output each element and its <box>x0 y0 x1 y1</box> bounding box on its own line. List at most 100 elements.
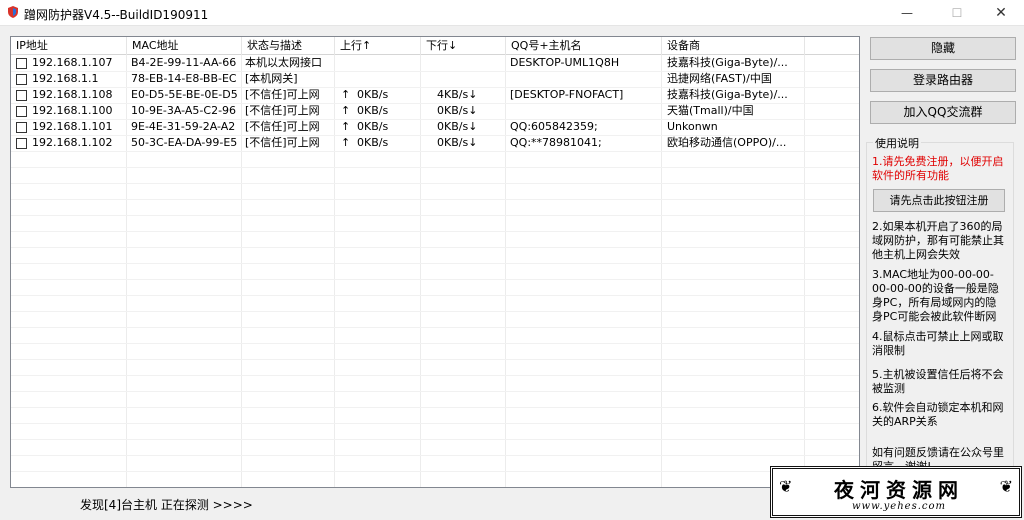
cell-up-arrow: ↑ <box>341 120 351 133</box>
cell-vendor: 技嘉科技(Giga-Byte)/... <box>667 88 788 101</box>
column-header-mac[interactable]: MAC地址 <box>127 37 242 55</box>
row-divider <box>11 327 859 328</box>
row-divider <box>11 295 859 296</box>
note-arp-lock: 6.软件会自动锁定本机和网关的ARP关系 <box>872 401 1004 428</box>
row-checkbox[interactable] <box>16 90 27 101</box>
row-divider <box>11 215 859 216</box>
row-divider <box>11 279 859 280</box>
row-divider <box>11 199 859 200</box>
row-checkbox[interactable] <box>16 74 27 85</box>
cell-mac: 10-9E-3A-A5-C2-96 <box>131 104 237 117</box>
cell-status: [不信任]可上网 <box>245 136 320 149</box>
cell-download: 4KB/s↓ <box>437 88 478 101</box>
cell-host: [DESKTOP-FNOFACT] <box>510 88 624 101</box>
status-text: 发现[4]台主机 正在探测 >>>> <box>80 498 253 512</box>
table-row[interactable]: 192.168.1.108 E0-D5-5E-BE-0E-D5 [不信任]可上网… <box>11 87 859 103</box>
row-divider <box>11 439 859 440</box>
cell-mac: 9E-4E-31-59-2A-A2 <box>131 120 236 133</box>
title-bar: 蹭网防护器V4.5--BuildID190911 — ☐ ✕ <box>0 0 1024 26</box>
row-checkbox[interactable] <box>16 138 27 149</box>
row-checkbox[interactable] <box>16 58 27 69</box>
cell-vendor: Unkonwn <box>667 120 718 133</box>
column-header-download[interactable]: 下行↓ <box>421 37 506 55</box>
cell-upload: 0KB/s <box>357 136 389 149</box>
cell-vendor: 欧珀移动通信(OPPO)/... <box>667 136 787 149</box>
row-divider <box>11 343 859 344</box>
row-divider <box>11 455 859 456</box>
row-checkbox[interactable] <box>16 122 27 133</box>
cell-ip: 192.168.1.100 <box>32 104 113 117</box>
table-header: IP地址 MAC地址 状态与描述 上行↑ 下行↓ QQ号+主机名 设备商 <box>11 37 859 55</box>
row-divider <box>11 247 859 248</box>
login-router-button[interactable]: 登录路由器 <box>870 69 1016 92</box>
maximize-button[interactable]: ☐ <box>934 0 980 26</box>
usage-instructions-title: 使用说明 <box>873 135 921 151</box>
row-checkbox[interactable] <box>16 106 27 117</box>
row-divider <box>11 263 859 264</box>
note-hidden-pc: 3.MAC地址为00-00-00-00-00-00的设备一般是隐身PC，所有局域… <box>872 268 999 323</box>
row-divider <box>11 311 859 312</box>
table-row[interactable]: 192.168.1.100 10-9E-3A-A5-C2-96 [不信任]可上网… <box>11 103 859 119</box>
cell-mac: E0-D5-5E-BE-0E-D5 <box>131 88 238 101</box>
column-header-ip[interactable]: IP地址 <box>11 37 127 55</box>
row-divider <box>11 471 859 472</box>
cell-host: QQ:**78981041; <box>510 136 602 149</box>
column-header-host[interactable]: QQ号+主机名 <box>506 37 662 55</box>
row-divider <box>11 375 859 376</box>
cell-vendor: 迅捷网络(FAST)/中国 <box>667 72 772 85</box>
row-divider <box>11 183 859 184</box>
cell-up-arrow: ↑ <box>341 88 351 101</box>
table-row[interactable]: 192.168.1.101 9E-4E-31-59-2A-A2 [不信任]可上网… <box>11 119 859 135</box>
note-trusted: 5.主机被设置信任后将不会被监测 <box>872 368 1004 395</box>
close-button[interactable]: ✕ <box>978 0 1024 26</box>
host-list-table[interactable]: IP地址 MAC地址 状态与描述 上行↑ 下行↓ QQ号+主机名 设备商 192… <box>10 36 860 488</box>
note-360-protection: 2.如果本机开启了360的局域网防护，那有可能禁止其他主机上网会失效 <box>872 220 1004 261</box>
minimize-button[interactable]: — <box>884 0 930 26</box>
row-divider <box>11 407 859 408</box>
column-header-vendor[interactable]: 设备商 <box>662 37 805 55</box>
cell-status: 本机以太网接口 <box>245 56 322 69</box>
cell-host: DESKTOP-UML1Q8H <box>510 56 620 69</box>
table-row[interactable]: 192.168.1.1 78-EB-14-E8-BB-EC [本机网关] 迅捷网… <box>11 71 859 87</box>
row-divider <box>11 103 859 104</box>
cell-ip: 192.168.1.107 <box>32 56 113 69</box>
hide-button[interactable]: 隐藏 <box>870 37 1016 60</box>
cell-status: [本机网关] <box>245 72 298 85</box>
cell-download: 0KB/s↓ <box>437 104 478 117</box>
row-divider <box>11 359 859 360</box>
cell-status: [不信任]可上网 <box>245 120 320 133</box>
watermark: ❦ 夜河资源网 www.yehes.com ❦ <box>770 466 1022 518</box>
row-divider <box>11 151 859 152</box>
column-header-upload[interactable]: 上行↑ <box>335 37 421 55</box>
row-divider <box>11 391 859 392</box>
column-header-filler <box>805 37 859 55</box>
cell-ip: 192.168.1.102 <box>32 136 113 149</box>
cell-ip: 192.168.1.101 <box>32 120 113 133</box>
cell-ip: 192.168.1.1 <box>32 72 99 85</box>
watermark-title: 夜河资源网 <box>834 478 964 502</box>
column-header-status[interactable]: 状态与描述 <box>242 37 335 55</box>
window-title: 蹭网防护器V4.5--BuildID190911 <box>24 8 209 22</box>
row-divider <box>11 119 859 120</box>
note-register: 1.请先免费注册，以便开启软件的所有功能 <box>872 155 1004 182</box>
cell-host: QQ:605842359; <box>510 120 598 133</box>
ornament-icon: ❦ <box>999 477 1013 496</box>
cell-vendor: 天猫(Tmall)/中国 <box>667 104 754 117</box>
cell-mac: B4-2E-99-11-AA-66 <box>131 56 237 69</box>
register-button[interactable]: 请先点击此按钮注册 <box>873 189 1005 212</box>
cell-status: [不信任]可上网 <box>245 104 320 117</box>
cell-ip: 192.168.1.108 <box>32 88 113 101</box>
cell-status: [不信任]可上网 <box>245 88 320 101</box>
note-click-block: 4.鼠标点击可禁止上网或取消限制 <box>872 330 1004 357</box>
cell-mac: 78-EB-14-E8-BB-EC <box>131 72 237 85</box>
row-divider <box>11 71 859 72</box>
table-row[interactable]: 192.168.1.102 50-3C-EA-DA-99-E5 [不信任]可上网… <box>11 135 859 151</box>
cell-download: 0KB/s↓ <box>437 120 478 133</box>
row-divider <box>11 423 859 424</box>
cell-up-arrow: ↑ <box>341 136 351 149</box>
cell-upload: 0KB/s <box>357 104 389 117</box>
table-row[interactable]: 192.168.1.107 B4-2E-99-11-AA-66 本机以太网接口 … <box>11 55 859 71</box>
cell-upload: 0KB/s <box>357 120 389 133</box>
cell-mac: 50-3C-EA-DA-99-E5 <box>131 136 238 149</box>
join-qq-group-button[interactable]: 加入QQ交流群 <box>870 101 1016 124</box>
